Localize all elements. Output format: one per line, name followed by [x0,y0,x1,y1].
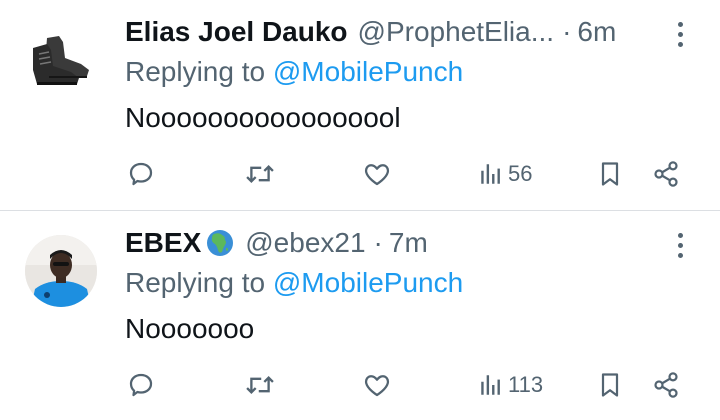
separator-dot: · [373,227,383,258]
replying-to: Replying to @MobilePunch [125,56,463,88]
reply-icon [129,373,153,397]
avatar[interactable] [25,235,97,307]
bookmark-button[interactable] [596,367,624,403]
display-name[interactable]: Elias Joel Dauko [125,16,348,48]
retweet-icon [246,164,274,184]
timestamp[interactable]: 7m [389,227,428,259]
bookmark-icon [601,162,619,186]
reply-button[interactable] [126,156,156,192]
action-bar: 113 [0,367,720,403]
retweet-icon [246,375,274,395]
views-icon [481,164,500,184]
bookmark-button[interactable] [596,156,624,192]
view-count: 56 [508,161,533,186]
reply-button[interactable] [126,367,156,403]
timestamp[interactable]: 6m [577,16,616,48]
tweet[interactable]: EBEX @ebex21 · 7m Replying to @MobilePun… [0,211,720,420]
replying-to: Replying to @MobilePunch [125,267,463,299]
like-button[interactable] [362,156,392,192]
views-icon [481,375,500,395]
tweet-header: Elias Joel Dauko @ProphetElia... · 6m [125,12,616,52]
reply-icon [129,162,153,186]
display-name[interactable]: EBEX [125,227,201,259]
share-icon [654,161,678,187]
tweet-header: EBEX @ebex21 · 7m [125,223,428,263]
retweet-button[interactable] [244,156,276,192]
tweet-text: Nooooooo [125,313,255,344]
replying-to-label: Replying to [125,267,266,298]
retweet-button[interactable] [244,367,276,403]
separator-dot: · [562,16,572,47]
more-icon[interactable] [672,20,688,50]
views-button[interactable]: 113 [478,367,543,403]
bookmark-icon [601,373,619,397]
globe-africa-icon [207,230,234,256]
tweet[interactable]: Elias Joel Dauko @ProphetElia... · 6m Re… [0,0,720,210]
person-photo [25,235,97,307]
tweet-text: Nooooooooooooooool [125,102,401,133]
boots-photo [25,24,97,96]
handle[interactable]: @ProphetElia... [358,16,555,48]
views-button[interactable]: 56 [478,156,532,192]
replying-to-label: Replying to [125,56,266,87]
share-button[interactable] [652,156,680,192]
mention-link[interactable]: @MobilePunch [273,56,463,87]
mention-link[interactable]: @MobilePunch [273,267,463,298]
like-icon [364,375,390,397]
share-icon [654,372,678,398]
more-icon[interactable] [672,231,688,261]
share-button[interactable] [652,367,680,403]
handle[interactable]: @ebex21 [245,227,365,259]
action-bar: 56 [0,156,720,192]
like-button[interactable] [362,367,392,403]
avatar[interactable] [25,24,97,96]
like-icon [364,164,390,186]
view-count: 113 [508,372,544,397]
